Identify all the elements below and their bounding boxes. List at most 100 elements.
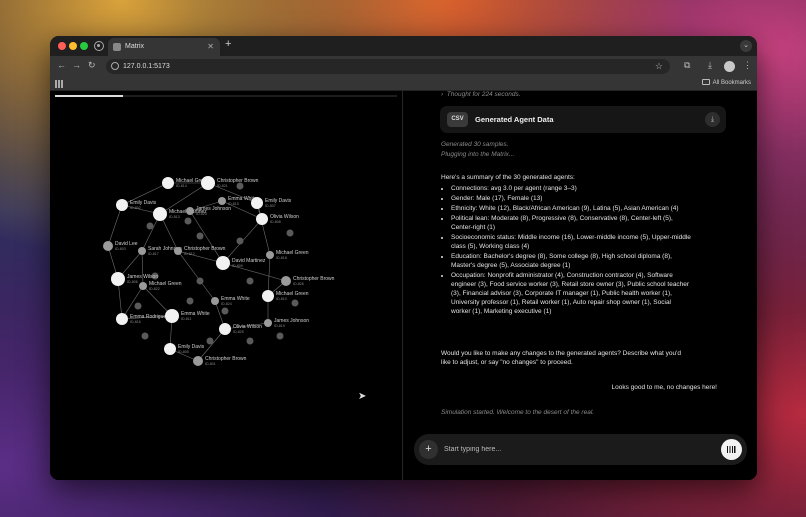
csv-attachment-card[interactable]: CSV Generated Agent Data ⤓ — [440, 106, 726, 133]
more-menu-icon[interactable]: ⋮ — [743, 60, 752, 71]
graph-node-id: ID-811 — [181, 317, 192, 321]
agent-network-graph[interactable]: Michael GreenID-814Christopher BrownID-8… — [50, 91, 402, 480]
chat-input[interactable] — [444, 443, 694, 456]
graph-node-id: ID-808 — [270, 220, 281, 224]
address-bar[interactable]: 127.0.0.1:5173 ☆ — [106, 59, 670, 74]
avatar[interactable] — [724, 61, 735, 72]
graph-node-id: ID-810 — [276, 297, 287, 301]
download-icon[interactable]: ⤓ — [705, 112, 720, 127]
graph-node[interactable] — [193, 356, 203, 366]
star-icon[interactable]: ☆ — [655, 59, 663, 74]
graph-node[interactable] — [211, 297, 219, 305]
graph-node[interactable] — [139, 282, 147, 290]
summary-item: Political lean: Moderate (8), Progressiv… — [451, 214, 691, 232]
graph-node-id: ID-817 — [148, 252, 159, 256]
graph-node[interactable] — [196, 277, 204, 285]
all-bookmarks-label: All Bookmarks — [712, 80, 751, 86]
graph-node[interactable] — [216, 256, 230, 270]
graph-node[interactable] — [184, 217, 192, 225]
apps-grid-icon[interactable] — [55, 80, 63, 88]
graph-edge — [189, 210, 224, 264]
graph-node-id: ID-822 — [149, 287, 160, 291]
graph-node-id: ID-802 — [130, 206, 141, 210]
graph-node[interactable] — [218, 197, 226, 205]
arrow-right-icon[interactable]: → — [72, 60, 81, 70]
graph-edge — [141, 250, 144, 287]
summary-item: Socioeconomic status: Middle income (16)… — [451, 233, 691, 251]
maximize-window-button[interactable] — [80, 42, 88, 50]
graph-node[interactable] — [246, 277, 254, 285]
tab-close-icon[interactable]: ✕ — [207, 38, 214, 56]
graph-node[interactable] — [164, 343, 176, 355]
tab-title: Matrix — [125, 43, 145, 50]
thought-status[interactable]: › Thought for 224 seconds. — [441, 91, 521, 98]
graph-node[interactable] — [236, 237, 244, 245]
graph-node[interactable] — [266, 251, 274, 259]
graph-node-id: ID-806 — [127, 280, 138, 284]
minimize-window-button[interactable] — [69, 42, 77, 50]
graph-node[interactable] — [138, 247, 146, 255]
graph-node[interactable] — [153, 207, 167, 221]
reload-icon[interactable]: ↻ — [88, 60, 96, 71]
graph-node[interactable] — [251, 197, 263, 209]
graph-node[interactable] — [116, 313, 128, 325]
tab-search-button[interactable]: ⌄ — [740, 40, 752, 52]
summary-list: Connections: avg 3.0 per agent (range 3–… — [441, 184, 691, 316]
graph-node-id: ID-814 — [176, 184, 187, 188]
graph-node[interactable] — [276, 332, 284, 340]
message-composer: + — [414, 434, 747, 465]
graph-node-id: ID-803 — [115, 247, 126, 251]
record-icon[interactable] — [94, 41, 104, 51]
graph-node[interactable] — [186, 207, 194, 215]
summary-intro: Here's a summary of the 30 generated age… — [441, 174, 575, 181]
graph-node[interactable] — [291, 299, 299, 307]
all-bookmarks-button[interactable]: All Bookmarks — [701, 79, 751, 86]
graph-node[interactable] — [246, 337, 254, 345]
site-info-icon[interactable] — [111, 62, 119, 70]
graph-node[interactable] — [201, 176, 215, 190]
arrow-left-icon[interactable]: ← — [57, 60, 66, 70]
download-icon[interactable]: ⤓ — [708, 60, 712, 71]
browser-window: Matrix ✕ + ⌄ ← → ↻ 127.0.0.1:5173 ☆ ⧉ ⤓ … — [50, 36, 757, 480]
puzzle-icon[interactable]: ⧉ — [684, 60, 690, 71]
graph-node[interactable] — [141, 332, 149, 340]
graph-node-id: ID-824 — [221, 302, 232, 306]
plus-icon[interactable]: + — [419, 440, 438, 459]
graph-node[interactable] — [162, 177, 174, 189]
new-tab-button[interactable]: + — [225, 38, 231, 50]
graph-node-id: ID-818 — [276, 256, 287, 260]
voice-icon[interactable] — [721, 439, 742, 460]
thought-text: Thought for 224 seconds. — [446, 91, 521, 98]
graph-node[interactable] — [174, 247, 182, 255]
graph-node[interactable] — [219, 323, 231, 335]
graph-node[interactable] — [281, 276, 291, 286]
graph-node[interactable] — [186, 297, 194, 305]
graph-node-id: ID-820 — [196, 212, 207, 216]
graph-node[interactable] — [221, 307, 229, 315]
graph-node[interactable] — [206, 337, 214, 345]
graph-edge — [107, 204, 123, 247]
user-message: Looks good to me, no changes here! — [611, 384, 717, 391]
graph-node[interactable] — [103, 241, 113, 251]
graph-node[interactable] — [111, 272, 125, 286]
close-window-button[interactable] — [58, 42, 66, 50]
graph-node[interactable] — [256, 213, 268, 225]
app-content: Michael Green ID-814 Christopher Brown ID-8… — [50, 91, 757, 480]
csv-file-icon: CSV — [447, 112, 468, 127]
graph-node[interactable] — [196, 232, 204, 240]
chat-panel: › Thought for 224 seconds. CSV Generated… — [403, 91, 757, 480]
status-line: Plugging into the Matrix... — [441, 151, 515, 158]
graph-node[interactable] — [134, 302, 142, 310]
summary-item: Occupation: Nonprofit administrator (4),… — [451, 271, 691, 316]
graph-node-id: ID-813 — [169, 215, 180, 219]
graph-node[interactable] — [146, 222, 154, 230]
graph-node[interactable] — [264, 319, 272, 327]
tab-matrix[interactable]: Matrix ✕ — [108, 38, 220, 56]
folder-icon — [701, 79, 710, 85]
graph-node[interactable] — [165, 309, 179, 323]
graph-node[interactable] — [262, 290, 274, 302]
graph-node-id: ID-825 — [233, 330, 244, 334]
graph-edge — [256, 202, 271, 256]
graph-node[interactable] — [116, 199, 128, 211]
graph-node[interactable] — [286, 229, 294, 237]
